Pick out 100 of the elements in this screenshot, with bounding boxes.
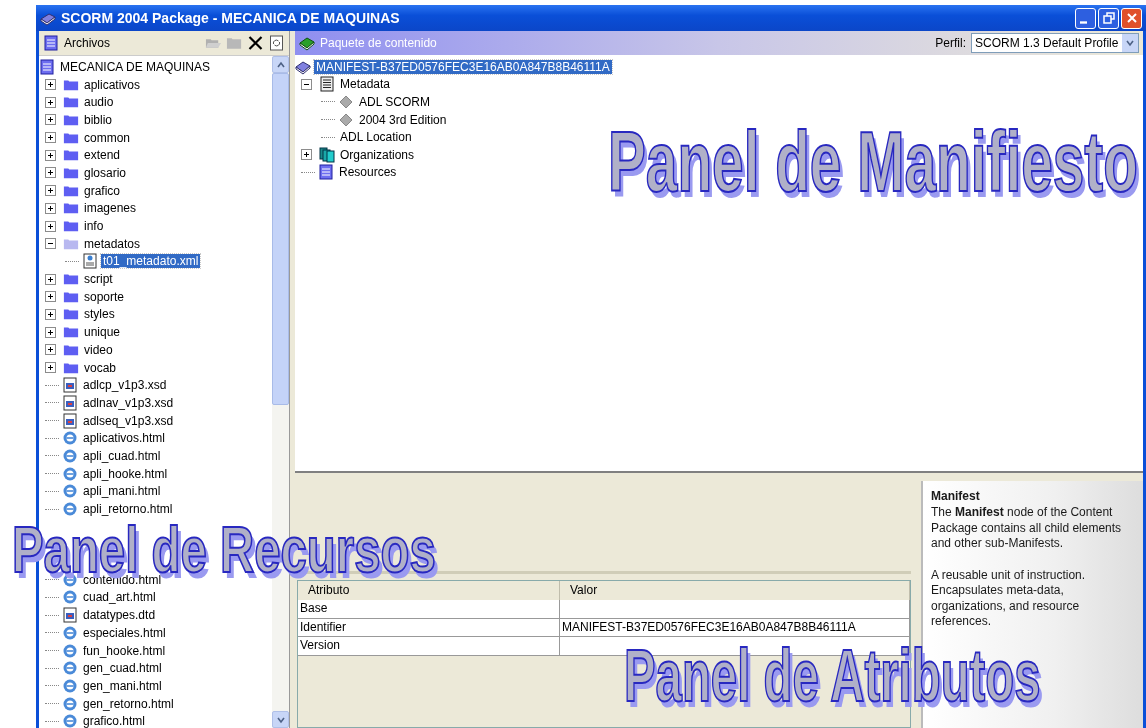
profile-label: Perfil: (935, 36, 966, 50)
tree-item[interactable]: audio (82, 95, 116, 110)
expand-toggle[interactable] (45, 308, 56, 320)
tree-item[interactable]: fun_hooke.html (81, 643, 168, 658)
tree-item[interactable]: ADL SCORM (357, 95, 432, 109)
expand-toggle[interactable] (45, 362, 56, 374)
expand-toggle[interactable] (45, 202, 56, 214)
tree-item[interactable]: grafico.html (81, 714, 148, 728)
maximize-button[interactable] (1098, 7, 1119, 29)
table-cell: Identifier (298, 618, 560, 636)
tree-item[interactable]: apli_cuad.html (81, 448, 163, 463)
tree-item[interactable]: extend (82, 148, 123, 163)
web-page-icon (62, 501, 78, 518)
tree-item[interactable]: adlnav_v1p3.xsd (81, 395, 176, 410)
expand-toggle[interactable] (45, 167, 56, 179)
tree-item[interactable]: datatypes.dtd (81, 608, 158, 623)
web-page-icon (62, 677, 78, 694)
expand-toggle[interactable] (45, 344, 56, 356)
expand-toggle[interactable] (301, 149, 312, 161)
tree-item[interactable]: unique (82, 325, 123, 340)
tree-item[interactable]: glosario (82, 165, 129, 180)
web-page-icon (62, 695, 78, 712)
tree-item[interactable]: especiales.html (81, 625, 168, 640)
tree-item[interactable]: imagenes (82, 201, 139, 216)
diamond-icon (338, 111, 354, 128)
tree-item[interactable]: apli_hooke.html (81, 466, 170, 481)
tree-item[interactable]: adlseq_v1p3.xsd (81, 413, 176, 428)
expand-toggle[interactable] (45, 96, 56, 108)
delete-icon[interactable] (247, 35, 264, 51)
info-text: A reusable unit of instruction. Encapsulates meta-data, organizations, and resource references. (931, 567, 1087, 630)
expand-toggle[interactable] (45, 185, 56, 197)
tree-item[interactable]: 2004 3rd Edition (357, 112, 449, 127)
web-page-icon (62, 465, 78, 482)
expand-toggle[interactable] (45, 273, 56, 285)
web-page-icon (62, 447, 78, 464)
table-cell: Version (298, 637, 560, 655)
tree-item[interactable]: aplicativos (82, 77, 143, 92)
tree-item[interactable]: gen_cuad.html (81, 661, 164, 676)
annotation-label: Panel de Manifiesto (608, 125, 1138, 198)
tree-item[interactable]: gen_mani.html (81, 678, 164, 693)
expand-toggle[interactable] (45, 149, 56, 161)
tree-item[interactable]: cuad_art.html (81, 590, 158, 605)
table-cell: MANIFEST-B37ED0576FEC3E16AB0A847B8B46111A (560, 618, 910, 636)
document-icon (43, 35, 59, 51)
tree-item[interactable]: soporte (82, 289, 127, 304)
tree-item[interactable]: adlcp_v1p3.xsd (81, 378, 169, 393)
diamond-icon (338, 94, 354, 110)
tree-item[interactable]: apli_retorno.html (81, 502, 175, 517)
refresh-icon[interactable] (268, 35, 285, 51)
close-icon (1125, 12, 1138, 24)
tree-item[interactable]: script (82, 272, 115, 287)
tree-item[interactable]: MECANICA DE MAQUINAS (58, 59, 213, 74)
expand-toggle[interactable] (45, 291, 56, 303)
tree-item[interactable]: metadatos (82, 236, 143, 251)
tree-item[interactable]: apli_mani.html (81, 484, 163, 499)
web-page-icon (62, 660, 78, 677)
table-cell: Base (298, 600, 560, 618)
collapse-toggle[interactable] (301, 78, 312, 90)
list-icon (319, 76, 335, 93)
minimize-icon (1080, 20, 1087, 24)
close-button[interactable] (1121, 7, 1142, 29)
expand-toggle[interactable] (45, 220, 56, 232)
stacked-pages-icon (319, 146, 335, 163)
panel-title: Paquete de contenido (320, 36, 437, 50)
book-icon (299, 35, 315, 51)
info-title: Manifest (931, 489, 981, 503)
tree-item[interactable]: video (82, 342, 115, 357)
web-page-icon (62, 624, 78, 641)
file-icon (62, 377, 78, 394)
tree-item[interactable]: t01_metadato.xml (101, 254, 201, 269)
panel-title: Archivos (64, 36, 110, 50)
profile-dropdown[interactable]: SCORM 1.3 Default Profile (971, 33, 1139, 53)
tree-item[interactable]: Organizations (338, 147, 417, 162)
file-icon (62, 412, 78, 429)
scroll-up-icon[interactable] (275, 59, 286, 70)
minimize-button[interactable] (1075, 7, 1096, 29)
tree-item[interactable]: Metadata (338, 77, 393, 92)
document-icon (318, 164, 334, 181)
web-page-icon (62, 430, 78, 447)
window-title: SCORM 2004 Package - MECANICA DE MAQUINAS (61, 10, 400, 26)
tree-item[interactable]: aplicativos.html (81, 431, 168, 446)
tree-item[interactable]: info (82, 219, 106, 234)
tree-item[interactable]: grafico (82, 183, 123, 198)
info-text: The Manifest node of the Content Package contains all child elements and other sub-Manifests. (931, 505, 1123, 552)
tree-item[interactable]: Resources (337, 165, 399, 180)
tree-item[interactable]: vocab (82, 360, 119, 375)
expand-toggle[interactable] (45, 326, 56, 338)
collapse-toggle[interactable] (45, 238, 56, 250)
web-page-icon (62, 589, 78, 606)
tree-item[interactable]: biblio (82, 112, 115, 127)
tree-item[interactable]: MANIFEST-B37ED0576FEC3E16AB0A847B8B46111A (314, 59, 612, 74)
file-icon (62, 394, 78, 411)
expand-toggle[interactable] (45, 79, 56, 91)
tree-item[interactable]: common (82, 130, 132, 145)
tree-item[interactable]: gen_retorno.html (81, 696, 176, 711)
tree-item[interactable]: styles (82, 307, 117, 322)
tree-item[interactable]: ADL Location (338, 130, 414, 145)
expand-toggle[interactable] (45, 132, 56, 144)
expand-toggle[interactable] (45, 114, 56, 126)
web-page-icon (62, 483, 78, 500)
